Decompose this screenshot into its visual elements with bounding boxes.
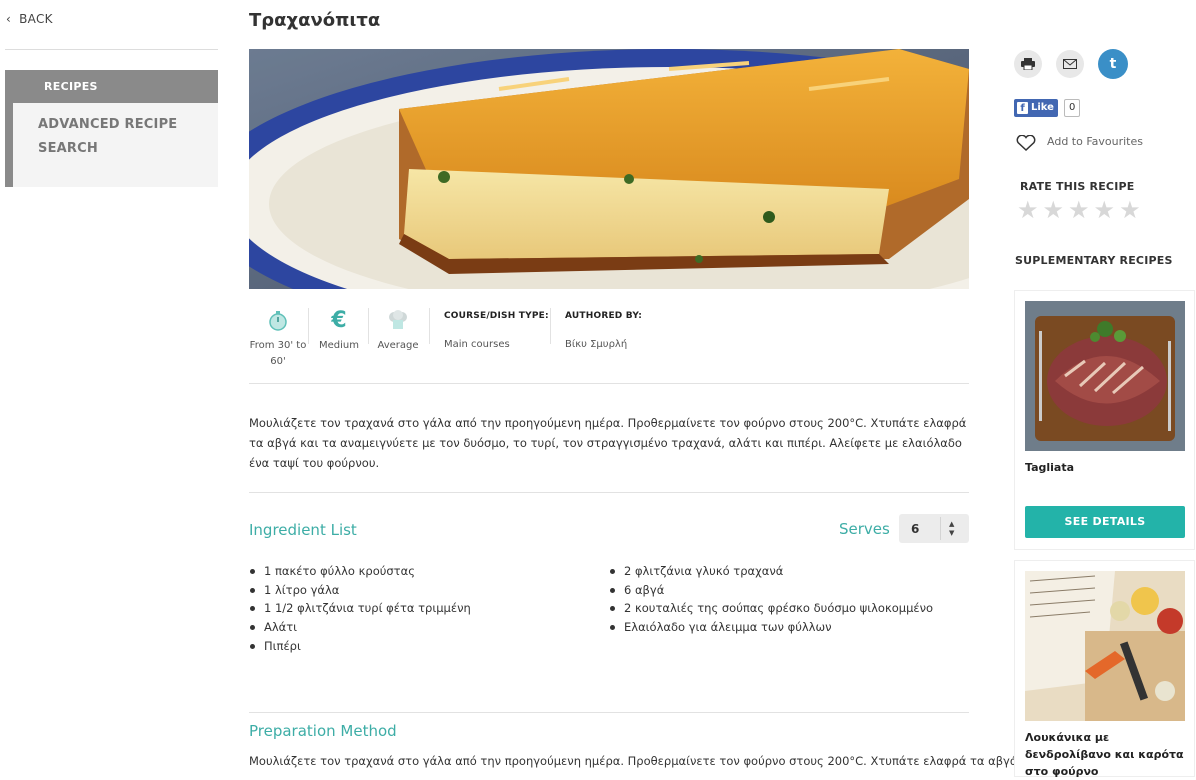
serves-select[interactable]: 6 ▲ ▼	[899, 514, 969, 543]
list-item: Πιπέρι	[249, 637, 589, 656]
back-link[interactable]: ‹ BACK	[6, 12, 53, 26]
meta-divider	[550, 308, 551, 344]
printer-icon	[1021, 58, 1035, 70]
meta-divider	[368, 308, 369, 344]
print-button[interactable]	[1014, 50, 1042, 78]
recipe-card-image[interactable]	[1025, 301, 1185, 451]
twitter-icon: t	[1109, 56, 1117, 72]
meta-difficulty-value: Average	[377, 340, 419, 351]
list-item: 6 αβγά	[609, 581, 969, 600]
facebook-like-button[interactable]: f Like	[1014, 99, 1058, 117]
add-to-favourites[interactable]: Add to Favourites	[1047, 135, 1143, 148]
facebook-like[interactable]: f Like 0	[1014, 99, 1081, 117]
ingredients-title: Ingredient List	[249, 521, 357, 539]
serves-value: 6	[911, 522, 920, 536]
sidebar-submenu-indicator	[5, 103, 13, 187]
recipe-intro: Μουλιάζετε τον τραχανά στο γάλα από την …	[249, 416, 967, 470]
list-item: 2 κουταλιές της σούπας φρέσκο δυόσμο ψιλ…	[609, 599, 969, 618]
rating-stars[interactable]: ★★★★★	[1017, 196, 1145, 224]
sidebar-divider	[5, 49, 218, 50]
meta-difficulty: Average	[372, 309, 424, 354]
chef-hat-icon	[386, 309, 410, 333]
divider	[249, 492, 969, 493]
facebook-like-label: Like	[1031, 102, 1054, 113]
meta-divider	[308, 308, 309, 344]
serves-divider	[940, 517, 941, 540]
preparation-text: Μουλιάζετε τον τραχανά στο γάλα από την …	[249, 754, 1058, 768]
back-label: BACK	[19, 12, 53, 26]
meta-author-heading: AUTHORED BY:	[565, 311, 643, 321]
recipe-hero-image	[249, 49, 969, 289]
list-item: 1 πακέτο φύλλο κρούστας	[249, 562, 589, 581]
list-item: 1 λίτρο γάλα	[249, 581, 589, 600]
meta-cost: € Medium	[313, 309, 365, 354]
sidebar-item-advanced-search[interactable]: ADVANCED RECIPE SEARCH	[38, 113, 188, 161]
facebook-like-count: 0	[1063, 99, 1081, 117]
meta-author: AUTHORED BY: Βίκυ Σμυρλή	[565, 311, 642, 350]
supplementary-title: SUPLEMENTARY RECIPES	[1015, 254, 1173, 267]
list-item: Αλάτι	[249, 618, 589, 637]
stopwatch-icon	[266, 309, 290, 333]
sidebar-item-recipes[interactable]: RECIPES	[5, 70, 218, 103]
twitter-button[interactable]: t	[1098, 49, 1128, 79]
sidebar-item-recipes-label: RECIPES	[44, 80, 98, 93]
rate-title: RATE THIS RECIPE	[1020, 180, 1135, 193]
chevron-left-icon: ‹	[6, 12, 12, 26]
facebook-icon: f	[1017, 102, 1028, 114]
ingredient-list-left: 1 πακέτο φύλλο κρούστας 1 λίτρο γάλα 1 1…	[249, 562, 589, 655]
heart-icon[interactable]	[1016, 134, 1036, 155]
meta-time: From 30' to 60'	[249, 309, 307, 370]
divider	[249, 712, 969, 713]
updown-arrows-icon: ▲ ▼	[949, 520, 955, 537]
preparation-title: Preparation Method	[249, 722, 397, 740]
list-item: Ελαιόλαδο για άλειμμα των φύλλων	[609, 618, 969, 637]
recipe-card-title[interactable]: Tagliata	[1025, 459, 1074, 476]
see-details-button[interactable]: SEE DETAILS	[1025, 506, 1185, 538]
ingredient-list-right: 2 φλιτζάνια γλυκό τραχανά 6 αβγά 2 κουτα…	[609, 562, 969, 637]
meta-time-value: From 30' to 60'	[249, 340, 307, 367]
meta-cost-value: Medium	[319, 340, 359, 351]
list-item: 2 φλιτζάνια γλυκό τραχανά	[609, 562, 969, 581]
euro-icon: €	[331, 308, 347, 333]
page-title: Τραχανόπιτα	[249, 10, 381, 31]
envelope-icon	[1063, 59, 1077, 69]
divider	[249, 383, 969, 384]
meta-author-value[interactable]: Βίκυ Σμυρλή	[565, 339, 642, 350]
meta-divider	[429, 308, 430, 344]
recipe-card-title[interactable]: Λουκάνικα με δενδρολίβανο και καρότα στο…	[1025, 729, 1185, 780]
list-item: 1 1/2 φλιτζάνια τυρί φέτα τριμμένη	[249, 599, 589, 618]
recipe-card-image[interactable]	[1025, 571, 1185, 721]
serves-label: Serves	[839, 520, 890, 538]
email-button[interactable]	[1056, 50, 1084, 78]
meta-course-heading: COURSE/DISH TYPE:	[444, 311, 549, 321]
meta-course-value: Main courses	[444, 339, 510, 350]
meta-course: COURSE/DISH TYPE: Main courses	[444, 311, 549, 350]
